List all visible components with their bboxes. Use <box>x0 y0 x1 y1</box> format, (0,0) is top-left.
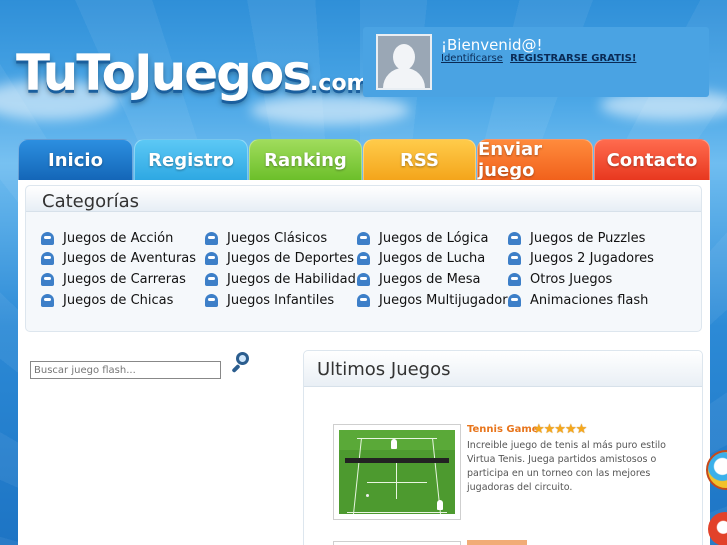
tennis-player-near <box>437 500 443 510</box>
category-link[interactable]: Juegos de Habilidad <box>205 269 356 290</box>
category-link[interactable]: Juegos de Acción <box>41 228 196 249</box>
category-label: Juegos Infantiles <box>227 292 335 308</box>
latest-games-panel: Ultimos Juegos Tennis Game ★★★★★ Increib… <box>303 350 703 545</box>
game-title-link[interactable]: Tennis Game <box>467 424 539 435</box>
next-game-thumbnail-partial <box>333 541 461 545</box>
tab-registro[interactable]: Registro <box>134 139 248 181</box>
category-label: Juegos Multijugador <box>379 292 508 308</box>
categories-title: Categorías <box>42 191 139 212</box>
category-label: Juegos de Lucha <box>379 251 486 267</box>
category-link[interactable]: Juegos de Aventuras <box>41 249 196 270</box>
category-label: Juegos 2 Jugadores <box>530 251 654 267</box>
game-description: Increible juego de tenis al más puro est… <box>467 440 666 493</box>
category-label: Animaciones flash <box>530 292 649 308</box>
categories-panel: Categorías Juegos de Acción Juegos de Av… <box>25 185 702 332</box>
category-label: Juegos de Chicas <box>63 292 174 308</box>
ghost-icon <box>205 252 218 266</box>
category-label: Juegos de Carreras <box>63 271 186 287</box>
ghost-icon <box>41 272 54 286</box>
ghost-icon <box>357 231 370 245</box>
category-label: Juegos de Lógica <box>379 230 489 246</box>
ghost-icon <box>508 293 521 307</box>
tennis-player-far <box>391 439 397 449</box>
tab-enviar-juego[interactable]: Enviar juego <box>477 139 593 181</box>
tab-contacto[interactable]: Contacto <box>594 139 710 181</box>
court-line <box>357 438 437 439</box>
ghost-icon <box>205 293 218 307</box>
category-column-4: Juegos de Puzzles Juegos 2 Jugadores Otr… <box>508 228 654 310</box>
site-logo[interactable]: TuToJuegos.com <box>16 44 369 102</box>
tab-ranking[interactable]: Ranking <box>249 139 362 181</box>
ghost-icon <box>357 293 370 307</box>
logo-domain-text: .com <box>310 71 370 96</box>
category-link[interactable]: Juegos Infantiles <box>205 290 356 311</box>
avatar <box>376 34 432 90</box>
latest-games-title: Ultimos Juegos <box>317 359 451 380</box>
star-rating: ★★★★★ <box>533 422 587 437</box>
avatar-body-shape <box>383 68 425 88</box>
logo-main-text: TuToJuegos <box>16 44 312 102</box>
magnifier-handle-shape <box>231 363 241 374</box>
category-label: Juegos de Habilidad <box>227 271 356 287</box>
category-link[interactable]: Juegos de Chicas <box>41 290 196 311</box>
categories-header: Categorías <box>26 186 701 212</box>
court-line <box>367 482 427 483</box>
latest-games-header: Ultimos Juegos <box>304 351 702 387</box>
welcome-panel: ¡Bienvenid@! Identificarse REGISTRARSE G… <box>363 27 709 97</box>
ghost-icon <box>357 272 370 286</box>
court-back-shape <box>339 430 455 450</box>
ghost-icon <box>205 272 218 286</box>
tennis-ball <box>366 494 369 497</box>
category-label: Otros Juegos <box>530 271 613 287</box>
category-label: Juegos Clásicos <box>227 230 328 246</box>
game-thumbnail[interactable] <box>333 424 461 520</box>
search-button[interactable] <box>231 352 254 374</box>
category-link[interactable]: Juegos de Mesa <box>357 269 508 290</box>
category-link[interactable]: Juegos de Deportes <box>205 249 356 270</box>
ghost-icon <box>205 231 218 245</box>
category-label: Juegos de Acción <box>63 230 174 246</box>
avatar-head-shape <box>393 44 415 70</box>
category-link[interactable]: Juegos de Carreras <box>41 269 196 290</box>
tab-inicio[interactable]: Inicio <box>18 139 133 181</box>
category-link[interactable]: Juegos de Lógica <box>357 228 508 249</box>
welcome-links: Identificarse REGISTRARSE GRATIS! <box>441 53 640 64</box>
content-area: Categorías Juegos de Acción Juegos de Av… <box>18 180 710 545</box>
ghost-icon <box>508 252 521 266</box>
category-link[interactable]: Juegos de Lucha <box>357 249 508 270</box>
court-net <box>345 458 449 463</box>
login-link[interactable]: Identificarse <box>441 53 503 64</box>
category-link[interactable]: Juegos de Puzzles <box>508 228 654 249</box>
register-link[interactable]: REGISTRARSE GRATIS! <box>510 53 636 64</box>
category-link[interactable]: Juegos Multijugador <box>357 290 508 311</box>
game-card: Tennis Game ★★★★★ Increible juego de ten… <box>304 416 704 526</box>
ghost-icon <box>357 252 370 266</box>
next-game-title-partial <box>467 540 527 545</box>
category-label: Juegos de Mesa <box>379 271 481 287</box>
category-link[interactable]: Juegos 2 Jugadores <box>508 249 654 270</box>
ghost-icon <box>41 293 54 307</box>
category-column-3: Juegos de Lógica Juegos de Lucha Juegos … <box>357 228 508 310</box>
category-link[interactable]: Animaciones flash <box>508 290 654 311</box>
welcome-title: ¡Bienvenid@! <box>441 36 543 54</box>
category-label: Juegos de Aventuras <box>63 251 197 267</box>
ghost-icon <box>41 231 54 245</box>
tennis-court-image <box>339 430 455 514</box>
search-input[interactable] <box>30 361 221 379</box>
category-label: Juegos de Deportes <box>227 251 354 267</box>
tab-rss[interactable]: RSS <box>363 139 476 181</box>
court-line <box>347 512 447 513</box>
main-nav: Inicio Registro Ranking RSS Enviar juego… <box>18 139 710 181</box>
ghost-icon <box>508 231 521 245</box>
ghost-icon <box>41 252 54 266</box>
category-link[interactable]: Otros Juegos <box>508 269 654 290</box>
category-column-2: Juegos Clásicos Juegos de Deportes Juego… <box>205 228 356 310</box>
ghost-icon <box>508 272 521 286</box>
category-link[interactable]: Juegos Clásicos <box>205 228 356 249</box>
category-label: Juegos de Puzzles <box>530 230 646 246</box>
magnifier-icon <box>236 352 249 365</box>
category-column-1: Juegos de Acción Juegos de Aventuras Jue… <box>41 228 196 310</box>
court-line <box>396 463 397 499</box>
